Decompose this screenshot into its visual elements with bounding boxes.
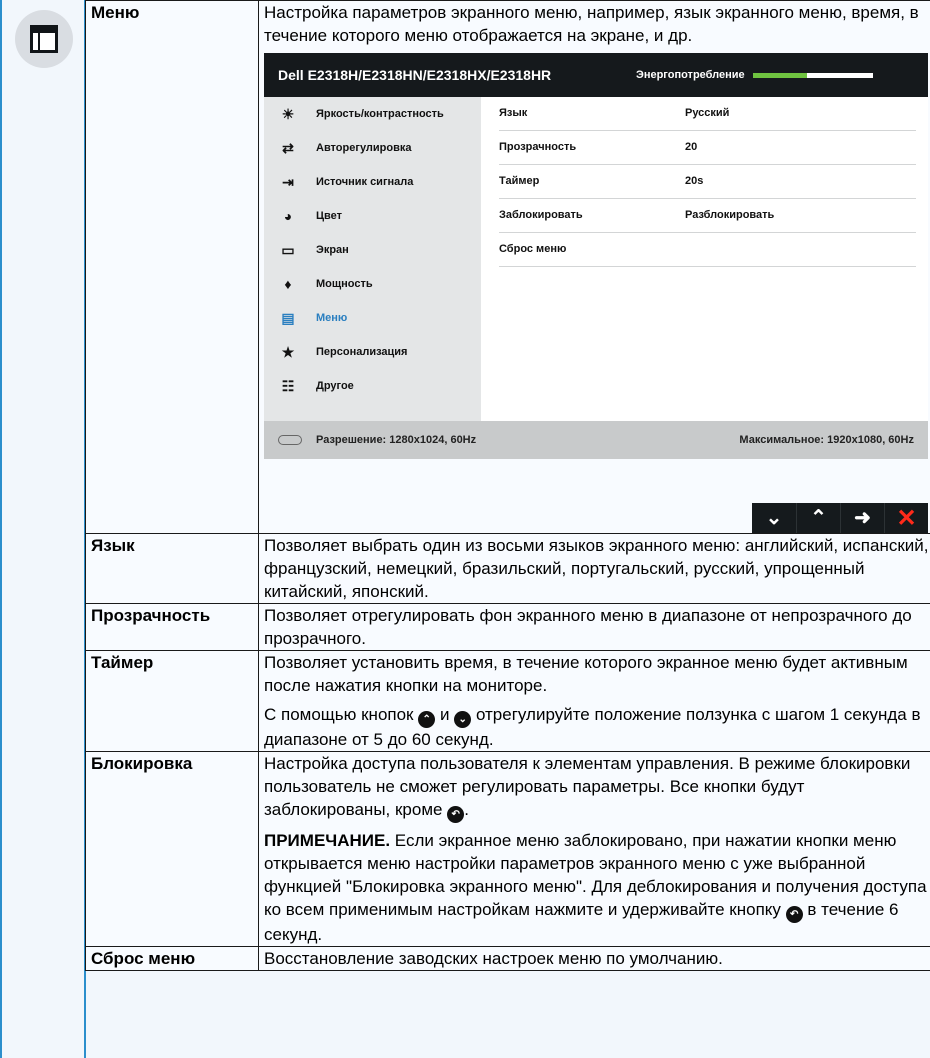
- input-source-icon: ⇥: [282, 173, 294, 190]
- back-button-icon: ↶: [447, 806, 465, 823]
- down-button-icon: ⌄: [454, 711, 472, 728]
- color-icon: ◕: [283, 207, 293, 224]
- osd-menu-item-label: Экран: [316, 243, 349, 256]
- left-border-line: [0, 0, 2, 1058]
- osd-button-area: ⌄ ⌃ ➜ ✕: [264, 459, 928, 533]
- osd-menu-item[interactable]: ☀ Яркость/контрастность: [264, 97, 481, 131]
- osd-setting-row[interactable]: Заблокировать Разблокировать: [499, 199, 916, 233]
- table-row: Таймер Позволяет установить время, в теч…: [85, 650, 930, 752]
- desc-language: Позволяет выбрать один из восьми языков …: [258, 533, 930, 604]
- osd-body: ☀ Яркость/контрастность ⇄ Авторегулировка ⇥ И…: [264, 97, 928, 421]
- display-icon: ▭: [281, 241, 295, 258]
- term-transparency: Прозрачность: [85, 603, 259, 651]
- osd-menu-item-label: Персонализация: [316, 345, 408, 358]
- desc-text: Позволяет выбрать один из восьми языков …: [264, 536, 929, 601]
- desc-text: Позволяет отрегулировать фон экранного м…: [264, 606, 912, 648]
- menu-settings-table: Меню Настройка параметров экранного меню…: [85, 0, 930, 971]
- osd-menu-item-label: Яркость/контрастность: [316, 107, 444, 120]
- desc-text-2: С помощью кнопок ⌃ и ⌄ отрегулируйте пол…: [264, 703, 930, 751]
- back-button-icon: ↶: [785, 906, 803, 923]
- desc-text: Восстановление заводских настроек меню п…: [264, 949, 723, 968]
- table-row: Сброс меню Восстановление заводских наст…: [85, 946, 930, 971]
- up-button[interactable]: ⌃: [796, 503, 840, 533]
- desc-part: и: [439, 705, 450, 724]
- up-button-icon: ⌃: [418, 711, 436, 728]
- desc-menu-reset: Восстановление заводских настроек меню п…: [258, 946, 930, 971]
- down-button[interactable]: ⌄: [752, 503, 796, 533]
- desc-part: С помощью кнопок: [264, 705, 414, 724]
- osd-setting-value: Русский: [685, 107, 730, 119]
- desc-transparency: Позволяет отрегулировать фон экранного м…: [258, 603, 930, 651]
- osd-setting-row[interactable]: Сброс меню: [499, 233, 916, 267]
- osd-menu-list: ☀ Яркость/контрастность ⇄ Авторегулировка ⇥ И…: [264, 97, 481, 421]
- osd-menu-item[interactable]: ⇄ Авторегулировка: [264, 131, 481, 165]
- osd-menu-item[interactable]: ◕ Цвет: [264, 199, 481, 233]
- desc-text: Настройка параметров экранного меню, нап…: [264, 3, 919, 45]
- osd-model-title: Dell E2318H/E2318HN/E2318HX/E2318HR: [278, 66, 552, 83]
- osd-button-strip: ⌄ ⌃ ➜ ✕: [752, 503, 928, 533]
- term-timer: Таймер: [85, 650, 259, 752]
- osd-setting-key: Сброс меню: [499, 243, 567, 255]
- menu-section-icon: [15, 10, 73, 68]
- table-row: Язык Позволяет выбрать один из восьми яз…: [85, 533, 930, 604]
- desc-part: .: [464, 800, 469, 819]
- connector-icon: [278, 435, 302, 445]
- menu-icon: [30, 25, 58, 53]
- osd-menu-item[interactable]: ♦ Мощность: [264, 267, 481, 301]
- osd-setting-key: Заблокировать: [499, 209, 583, 221]
- osd-settings-list: Язык Русский Прозрачность 20 Таймер 20s Заблок…: [481, 97, 928, 421]
- next-button[interactable]: ➜: [840, 503, 884, 533]
- brightness-icon: ☀: [281, 105, 295, 122]
- osd-menu-item-label: Мощность: [316, 277, 373, 290]
- osd-menu-item-label: Другое: [316, 379, 354, 392]
- power-meter: [752, 72, 873, 78]
- osd-setting-row[interactable]: Таймер 20s: [499, 165, 916, 199]
- osd-setting-key: Язык: [499, 107, 528, 119]
- osd-setting-value: 20s: [685, 175, 704, 187]
- osd-menu-item-label: Цвет: [316, 209, 343, 222]
- osd-menu-item-label: Источник сигнала: [316, 175, 414, 188]
- term-menu: Меню: [85, 0, 259, 534]
- osd-setting-row[interactable]: Прозрачность 20: [499, 131, 916, 165]
- osd-max-resolution: Максимальное: 1920x1080, 60Hz: [739, 433, 914, 446]
- osd-resolution: Разрешение: 1280x1024, 60Hz: [316, 433, 477, 446]
- power-meter-fill: [752, 72, 807, 78]
- term-language: Язык: [85, 533, 259, 604]
- exit-button[interactable]: ✕: [884, 503, 928, 533]
- osd-header: Dell E2318H/E2318HN/E2318HX/E2318HR Энер…: [264, 53, 928, 97]
- table-row: Прозрачность Позволяет отрегулировать фо…: [85, 603, 930, 651]
- others-icon: ☷: [281, 377, 295, 394]
- osd-menu-item[interactable]: ▤ Меню: [264, 301, 481, 335]
- osd-menu-item[interactable]: ☷ Другое: [264, 369, 481, 403]
- osd-menu-item-label: Авторегулировка: [316, 141, 412, 154]
- menu-icon: ▤: [281, 309, 295, 326]
- desc-menu: Настройка параметров экранного меню, нап…: [258, 0, 930, 534]
- auto-adjust-icon: ⇄: [282, 139, 294, 156]
- osd-screenshot: Dell E2318H/E2318HN/E2318HX/E2318HR Энер…: [264, 53, 928, 533]
- osd-menu-item[interactable]: ▭ Экран: [264, 233, 481, 267]
- desc-timer: Позволяет установить время, в течение ко…: [258, 650, 930, 752]
- osd-setting-value: Разблокировать: [685, 209, 775, 221]
- note-text: ПРИМЕЧАНИЕ. Если экранное меню заблокиро…: [264, 829, 930, 946]
- note-label: ПРИМЕЧАНИЕ.: [264, 831, 391, 850]
- osd-footer: Разрешение: 1280x1024, 60Hz Максимальное…: [264, 421, 928, 459]
- osd-setting-value: 20: [685, 141, 698, 153]
- table-row: Меню Настройка параметров экранного меню…: [85, 0, 930, 534]
- osd-setting-key: Прозрачность: [499, 141, 577, 153]
- table-row: Блокировка Настройка доступа пользовател…: [85, 751, 930, 947]
- star-icon: ★: [281, 343, 295, 360]
- osd-menu-item[interactable]: ⇥ Источник сигнала: [264, 165, 481, 199]
- osd-menu-item[interactable]: ★ Персонализация: [264, 335, 481, 369]
- desc-text: Настройка доступа пользователя к элемент…: [264, 752, 930, 823]
- desc-part: Настройка доступа пользователя к элемент…: [264, 754, 911, 819]
- desc-lock: Настройка доступа пользователя к элемент…: [258, 751, 930, 947]
- osd-setting-key: Таймер: [499, 175, 540, 187]
- osd-menu-item-label: Меню: [316, 311, 348, 324]
- term-lock: Блокировка: [85, 751, 259, 947]
- osd-power-label: Энергопотребление: [636, 68, 745, 81]
- osd-setting-row[interactable]: Язык Русский: [499, 97, 916, 131]
- power-icon: ♦: [284, 275, 292, 292]
- desc-text: Позволяет установить время, в течение ко…: [264, 653, 908, 695]
- term-menu-reset: Сброс меню: [85, 946, 259, 971]
